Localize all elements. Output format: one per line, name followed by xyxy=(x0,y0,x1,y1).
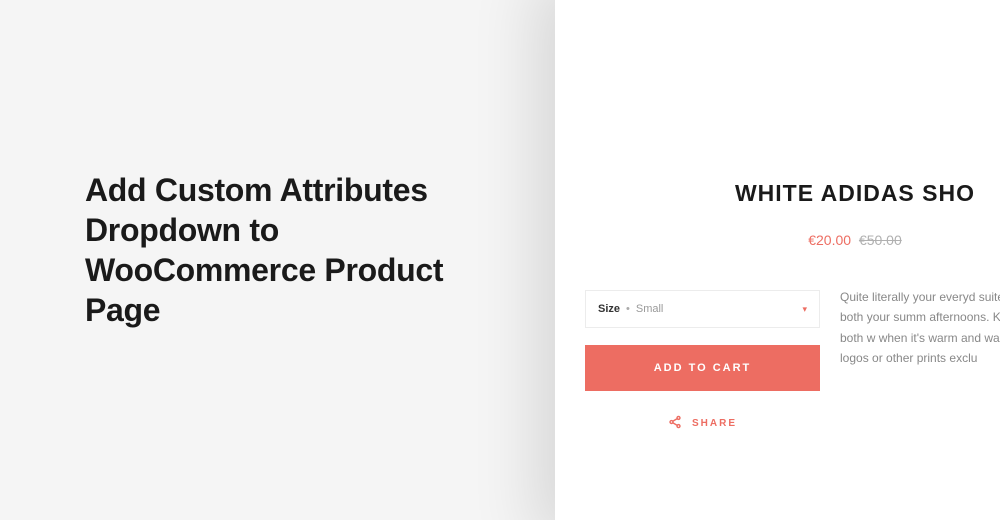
separator-dot: • xyxy=(626,303,630,315)
price-original: €50.00 xyxy=(859,232,902,248)
variant-selected-value: Small xyxy=(636,303,803,315)
chevron-down-icon: ▾ xyxy=(802,304,807,315)
share-button[interactable]: SHARE xyxy=(585,415,820,432)
page-headline: Add Custom Attributes Dropdown to WooCom… xyxy=(85,170,470,330)
product-card: WHITE ADIDAS SHO €20.00 €50.00 Size • Sm… xyxy=(555,0,1000,520)
variant-label: Size xyxy=(598,303,620,315)
share-label: SHARE xyxy=(692,418,737,429)
price-sale: €20.00 xyxy=(808,232,851,248)
product-description: Quite literally your everyd suited for b… xyxy=(840,287,1000,369)
size-dropdown[interactable]: Size • Small ▾ xyxy=(585,290,820,328)
product-title: WHITE ADIDAS SHO xyxy=(555,180,1000,207)
left-panel: Add Custom Attributes Dropdown to WooCom… xyxy=(0,0,500,500)
add-to-cart-button[interactable]: ADD TO CART xyxy=(585,345,820,391)
share-icon xyxy=(668,415,682,432)
price-row: €20.00 €50.00 xyxy=(555,232,1000,248)
